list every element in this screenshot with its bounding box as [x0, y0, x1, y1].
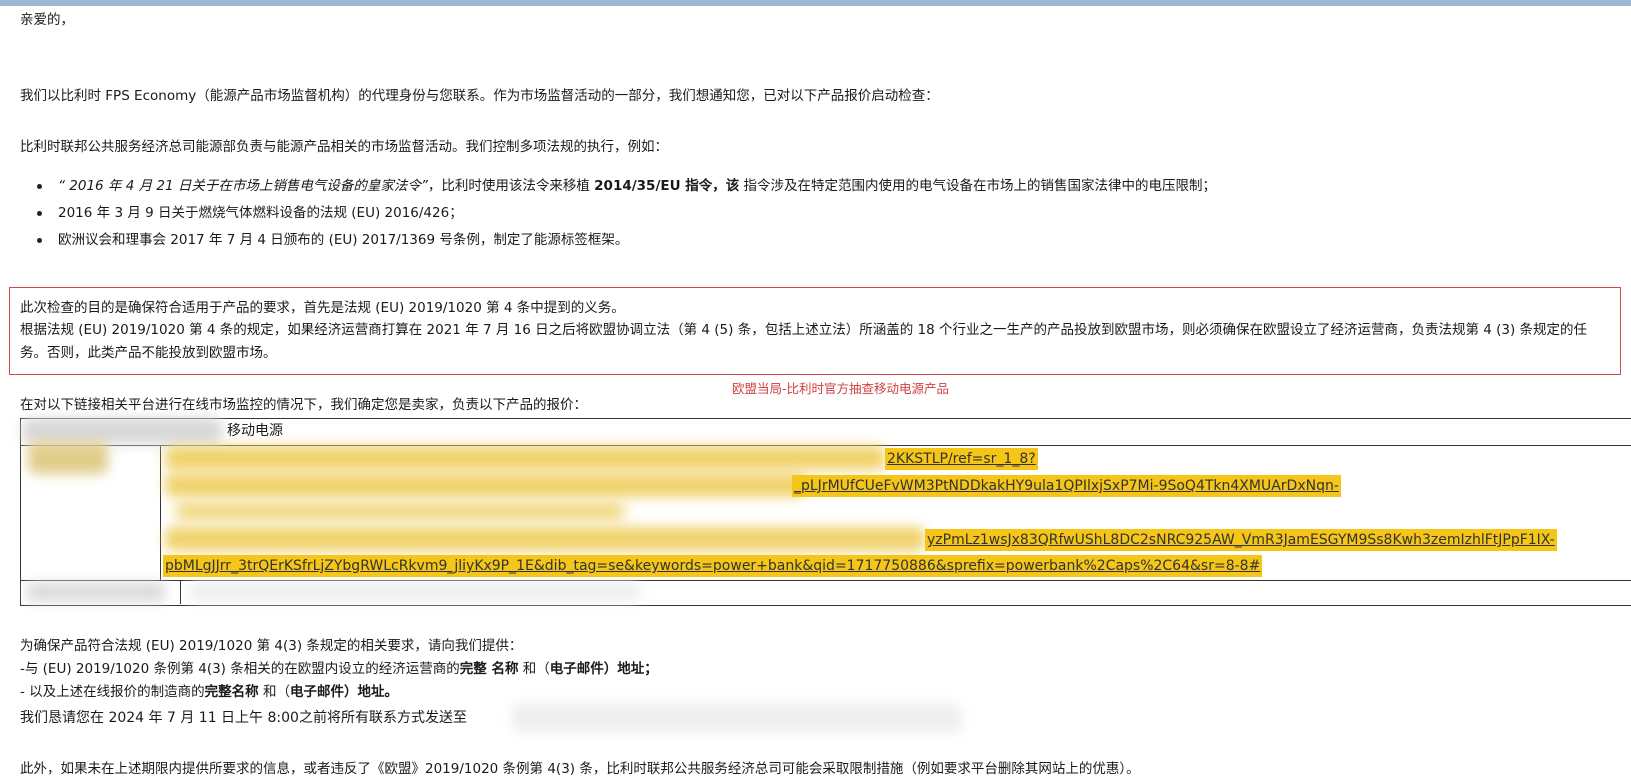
intro-paragraph: 我们以比利时 FPS Economy（能源产品市场监督机构）的代理身份与您联系。… — [20, 88, 939, 104]
product-link-part-4[interactable]: pbMLgJJrr_3trQErKSfrLjZYbgRWLcRkvm9_jliy… — [163, 555, 1263, 577]
request-1-bold: 完整 名称 — [459, 661, 519, 677]
redacted-seller-name — [22, 418, 222, 444]
bullet-1-quote: “ 2016 年 4 月 21 日关于在市场上销售电气设备的皇家法令” — [58, 178, 428, 194]
request-1-mid: 和（ — [518, 661, 550, 677]
product-link-part-2[interactable]: _pLJrMUfCUeFvWM3PtNDDkakHY9ula1QPIlxjSxP… — [792, 475, 1341, 497]
redacted-link-part — [165, 527, 925, 551]
redacted-link-part — [165, 446, 885, 470]
regulation-paragraph: 比利时联邦公共服务经济总司能源部负责与能源产品相关的市场监督活动。我们控制多项法… — [20, 139, 668, 155]
top-window-bar — [0, 0, 1631, 6]
request-item-2: - 以及上述在线报价的制造商的完整名称 和（电子邮件）地址。 — [20, 682, 398, 702]
table-col-divider — [180, 580, 181, 604]
bullet-item-3: 欧洲议会和理事会 2017 年 7 月 4 日颁布的 (EU) 2017/136… — [58, 232, 629, 248]
redacted-cell — [190, 582, 640, 602]
redacted-product-image — [28, 442, 108, 474]
bullet-1-mid: ，比利时使用该法令来移植 — [427, 178, 595, 194]
box-line-1: 此次检查的目的是确保符合适用于产品的要求，首先是法规 (EU) 2019/102… — [20, 300, 625, 316]
redacted-link-part — [175, 501, 625, 521]
product-link-part-1[interactable]: 2KKSTLP/ref=sr_1_8? — [885, 448, 1038, 470]
bullet-1-end: 指令涉及在特定范围内使用的电气设备在市场上的销售国家法律中的电压限制； — [739, 178, 1217, 194]
deadline-line: 我们恳请您在 2024 年 7 月 11 日上午 8:00之前将所有联系方式发送… — [20, 710, 467, 726]
bullet-item-1: “ 2016 年 4 月 21 日关于在市场上销售电气设备的皇家法令”，比利时使… — [58, 176, 1216, 196]
request-1-text: -与 (EU) 2019/1020 条例第 4(3) 条相关的在欧盟内设立的经济… — [20, 661, 460, 677]
footer-paragraph: 此外，如果未在上述期限内提供所要求的信息，或者违反了《欧盟》2019/1020 … — [20, 761, 1140, 777]
request-2-bold: 完整名称 — [204, 684, 259, 700]
redacted-link-part — [165, 473, 805, 497]
table-row-divider — [20, 580, 1631, 581]
bullet-item-2: 2016 年 3 月 9 日关于燃烧气体燃料设备的法规 (EU) 2016/42… — [58, 205, 463, 221]
redacted-email — [512, 704, 962, 732]
product-name: 移动电源 — [227, 423, 283, 439]
request-2-bold-end: 电子邮件）地址。 — [289, 684, 398, 700]
table-intro: 在对以下链接相关平台进行在线市场监控的情况下，我们确定您是卖家，负责以下产品的报… — [20, 397, 587, 413]
box-line-2: 根据法规 (EU) 2019/1020 第 4 条的规定，如果经济运营商打算在 … — [20, 322, 1588, 338]
redacted-cell — [26, 582, 166, 602]
bullet-dot — [37, 238, 42, 243]
bullet-dot — [37, 211, 42, 216]
bullet-dot — [37, 184, 42, 189]
bullet-1-bold: 2014/35/EU 指令，该 — [594, 178, 740, 194]
table-col-divider — [160, 445, 161, 580]
request-2-text: - 以及上述在线报价的制造商的 — [20, 684, 205, 700]
request-item-1: -与 (EU) 2019/1020 条例第 4(3) 条相关的在欧盟内设立的经济… — [20, 659, 658, 679]
red-caption: 欧盟当局-比利时官方抽查移动电源产品 — [732, 381, 950, 396]
request-2-mid: 和（ — [258, 684, 290, 700]
request-1-bold-end: 电子邮件）地址； — [549, 661, 658, 677]
request-intro: 为确保产品符合法规 (EU) 2019/1020 第 4(3) 条规定的相关要求… — [20, 638, 523, 654]
greeting: 亲爱的， — [20, 12, 74, 28]
box-line-3: 务。否则，此类产品不能投放到欧盟市场。 — [20, 345, 277, 361]
product-link-part-3[interactable]: yzPmLz1wsJx83QRfwUShL8DC2sNRC925AW_VmR3J… — [925, 529, 1557, 551]
